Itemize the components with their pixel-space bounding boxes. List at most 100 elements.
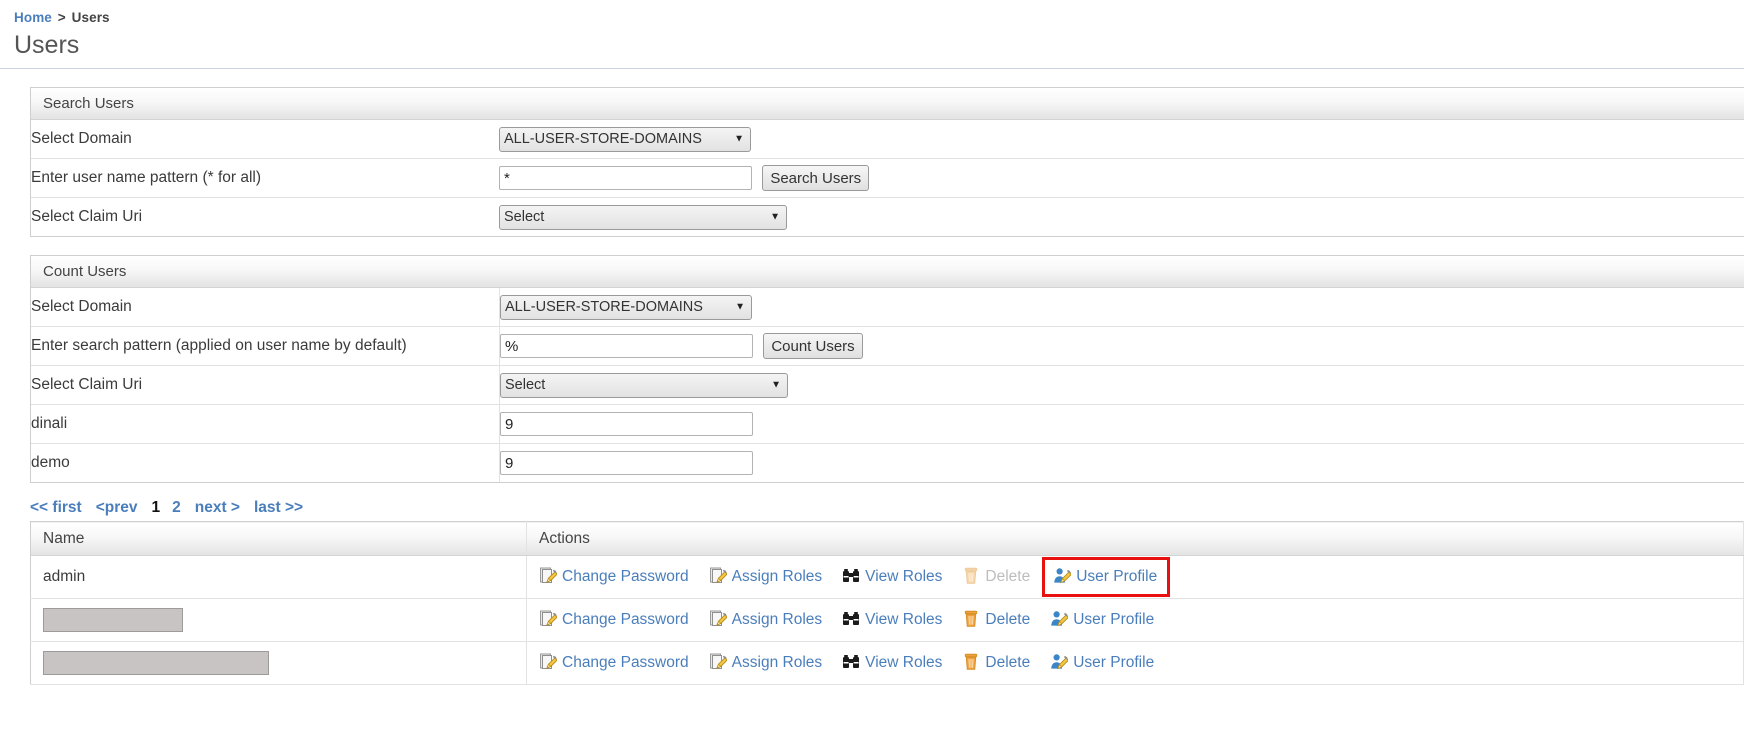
count-claim-uri-select[interactable]: Select bbox=[500, 372, 788, 398]
user-name-cell bbox=[30, 641, 527, 685]
user-actions-cell: Change Password Assign Roles View Roles Del… bbox=[526, 555, 1744, 599]
user-name-cell: admin bbox=[30, 555, 527, 599]
action-user-profile[interactable]: User Profile bbox=[1053, 567, 1157, 587]
action-delete[interactable]: Delete bbox=[962, 610, 1030, 630]
user-name-cell bbox=[30, 598, 527, 642]
user-actions-cell: Change Password Assign Roles View Roles Del… bbox=[526, 598, 1744, 642]
table-row: admin Change Password Assign Roles View Rol… bbox=[30, 555, 1744, 599]
search-domain-row: Select Domain ALL-USER-STORE-DOMAINS ▼ bbox=[31, 120, 1744, 159]
action-assign-roles[interactable]: Assign Roles bbox=[709, 610, 822, 630]
search-domain-value-cell: ALL-USER-STORE-DOMAINS ▼ bbox=[499, 120, 1744, 159]
action-label: User Profile bbox=[1073, 654, 1155, 671]
trash-icon bbox=[962, 653, 980, 671]
binoculars-icon bbox=[842, 610, 860, 628]
pagination-page-2[interactable]: 2 bbox=[172, 499, 181, 516]
action-change-password[interactable]: Change Password bbox=[539, 567, 689, 587]
action-label: View Roles bbox=[865, 654, 943, 671]
count-pattern-input[interactable] bbox=[500, 334, 753, 358]
search-users-button[interactable]: Search Users bbox=[762, 165, 870, 191]
pagination-next-link[interactable]: next > bbox=[195, 499, 240, 516]
page-title: Users bbox=[14, 31, 80, 59]
action-label: Change Password bbox=[562, 568, 689, 585]
action-label: Assign Roles bbox=[731, 654, 823, 671]
action-user-profile[interactable]: User Profile bbox=[1050, 610, 1154, 630]
action-view-roles[interactable]: View Roles bbox=[842, 567, 942, 587]
trash-icon bbox=[962, 610, 980, 628]
search-claim-uri-label: Select Claim Uri bbox=[31, 197, 499, 236]
count-users-button[interactable]: Count Users bbox=[763, 333, 863, 359]
search-domain-select-wrap[interactable]: ALL-USER-STORE-DOMAINS ▼ bbox=[499, 126, 751, 152]
action-change-password[interactable]: Change Password bbox=[539, 610, 689, 630]
count-result-row-demo: demo bbox=[31, 443, 1744, 482]
count-users-panel: Count Users Select Domain ALL-USER-STORE… bbox=[30, 255, 1744, 483]
users-table-header-row: Name Actions bbox=[30, 521, 1744, 556]
breadcrumb-home-link[interactable]: Home bbox=[14, 10, 52, 25]
count-result-value-cell-demo bbox=[499, 443, 1744, 482]
action-label: Delete bbox=[985, 611, 1031, 628]
action-change-password[interactable]: Change Password bbox=[539, 653, 689, 673]
user-pencil-icon bbox=[1053, 567, 1072, 585]
title-divider bbox=[0, 68, 1744, 69]
page-pencil-icon bbox=[709, 653, 727, 671]
pagination-last-link[interactable]: last >> bbox=[254, 499, 303, 516]
count-pattern-row: Enter search pattern (applied on user na… bbox=[31, 326, 1744, 366]
search-claim-uri-select[interactable]: Select bbox=[499, 204, 787, 230]
count-pattern-label: Enter search pattern (applied on user na… bbox=[31, 326, 500, 366]
table-row: Change Password Assign Roles View Roles Del… bbox=[30, 641, 1744, 685]
user-pencil-icon bbox=[1050, 610, 1069, 628]
user-actions-cell: Change Password Assign Roles View Roles Del… bbox=[526, 641, 1744, 685]
breadcrumb-separator: > bbox=[57, 10, 66, 25]
users-table-header-actions: Actions bbox=[526, 521, 1744, 556]
search-users-panel-title: Search Users bbox=[31, 88, 1744, 120]
table-row: Change Password Assign Roles View Roles Del… bbox=[30, 598, 1744, 642]
search-pattern-row: Enter user name pattern (* for all) Sear… bbox=[31, 158, 1744, 198]
highlight-box: User Profile bbox=[1042, 557, 1171, 597]
action-user-profile[interactable]: User Profile bbox=[1050, 653, 1154, 673]
action-view-roles[interactable]: View Roles bbox=[842, 610, 942, 630]
action-view-roles[interactable]: View Roles bbox=[842, 653, 942, 673]
count-result-row-dinali: dinali bbox=[31, 404, 1744, 444]
search-users-panel: Search Users Select Domain ALL-USER-STOR… bbox=[30, 87, 1744, 237]
users-table-header-name: Name bbox=[30, 521, 527, 556]
redacted-name-block bbox=[43, 608, 183, 632]
action-delete[interactable]: Delete bbox=[962, 653, 1030, 673]
action-label: View Roles bbox=[865, 568, 943, 585]
action-label: User Profile bbox=[1073, 611, 1155, 628]
count-claim-uri-select-wrap[interactable]: Select ▼ bbox=[500, 372, 788, 398]
pagination-prev-link[interactable]: <prev bbox=[96, 499, 138, 516]
page-pencil-icon bbox=[539, 610, 557, 628]
search-claim-uri-row: Select Claim Uri Select ▼ bbox=[31, 197, 1744, 236]
action-label: Delete bbox=[985, 568, 1031, 585]
user-pencil-icon bbox=[1050, 653, 1069, 671]
action-label: Change Password bbox=[562, 654, 689, 671]
count-result-input-dinali[interactable] bbox=[500, 412, 753, 436]
action-label: Assign Roles bbox=[731, 568, 823, 585]
pagination-first-link[interactable]: << first bbox=[30, 499, 82, 516]
count-result-input-demo[interactable] bbox=[500, 451, 753, 475]
action-label: User Profile bbox=[1076, 568, 1158, 585]
page-pencil-icon bbox=[709, 567, 727, 585]
count-domain-select-wrap[interactable]: ALL-USER-STORE-DOMAINS ▼ bbox=[500, 294, 752, 320]
action-assign-roles[interactable]: Assign Roles bbox=[709, 567, 822, 587]
page-pencil-icon bbox=[539, 567, 557, 585]
count-claim-uri-row: Select Claim Uri Select ▼ bbox=[31, 365, 1744, 405]
pagination-page-1[interactable]: 1 bbox=[152, 499, 161, 516]
count-domain-select[interactable]: ALL-USER-STORE-DOMAINS bbox=[500, 294, 752, 320]
search-claim-uri-select-wrap[interactable]: Select ▼ bbox=[499, 204, 787, 230]
action-assign-roles[interactable]: Assign Roles bbox=[709, 653, 822, 673]
count-domain-value-cell: ALL-USER-STORE-DOMAINS ▼ bbox=[500, 288, 1744, 327]
page-pencil-icon bbox=[539, 653, 557, 671]
trash-icon bbox=[962, 567, 980, 585]
action-label: Change Password bbox=[562, 611, 689, 628]
breadcrumb-current: Users bbox=[71, 10, 110, 25]
count-result-label-demo: demo bbox=[31, 443, 500, 482]
search-pattern-input[interactable] bbox=[499, 166, 752, 190]
count-users-panel-title: Count Users bbox=[31, 256, 1744, 288]
search-domain-select[interactable]: ALL-USER-STORE-DOMAINS bbox=[499, 126, 751, 152]
breadcrumb: Home > Users bbox=[0, 0, 1744, 25]
count-claim-uri-value-cell: Select ▼ bbox=[499, 365, 1744, 405]
users-table-body: admin Change Password Assign Roles View Rol… bbox=[30, 555, 1744, 685]
pagination: << first <prev 1 2 next > last >> bbox=[30, 499, 1744, 517]
search-pattern-label: Enter user name pattern (* for all) bbox=[31, 158, 499, 198]
count-result-value-cell-dinali bbox=[499, 404, 1744, 444]
